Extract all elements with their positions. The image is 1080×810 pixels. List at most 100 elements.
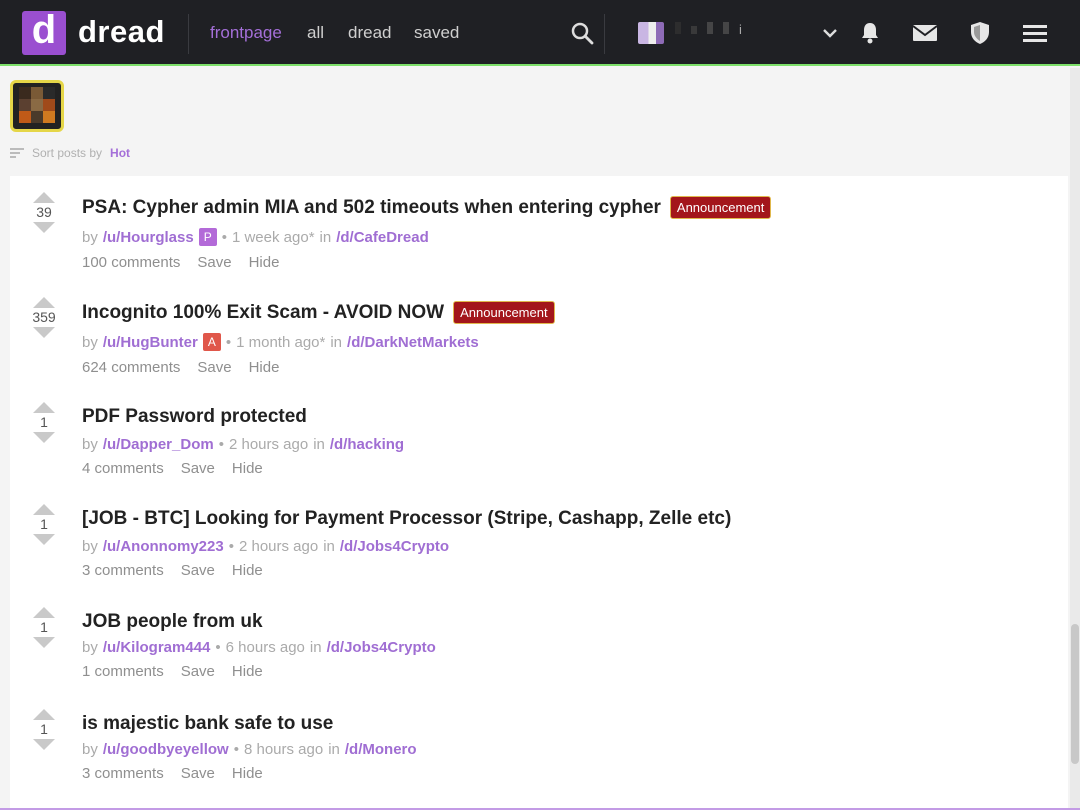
comments-link[interactable]: 624 comments (82, 359, 180, 376)
user-badge: P (198, 228, 217, 246)
comments-link[interactable]: 3 comments (82, 562, 164, 579)
post-community-link[interactable]: /d/Jobs4Crypto (327, 639, 436, 656)
nav-all[interactable]: all (307, 23, 324, 43)
post-title[interactable]: PSA: Cypher admin MIA and 502 timeouts w… (82, 197, 661, 219)
dread-logo[interactable]: d (22, 10, 66, 55)
page-scrollbar[interactable] (1070, 68, 1080, 810)
post-title[interactable]: Incognito 100% Exit Scam - AVOID NOW (82, 302, 444, 324)
vote-control: 359 (30, 297, 58, 338)
meta-dot: • (233, 741, 239, 758)
username-display[interactable]: i (675, 22, 765, 44)
save-button[interactable]: Save (181, 765, 215, 782)
post-community-link[interactable]: /d/Jobs4Crypto (340, 538, 449, 555)
post-time: 2 hours ago (238, 538, 319, 555)
post-item: 359 Incognito 100% Exit Scam - AVOID NOW… (10, 283, 1068, 383)
meta-by: by (82, 639, 98, 656)
post-community-link[interactable]: /d/DarkNetMarkets (347, 334, 479, 351)
comments-link[interactable]: 3 comments (82, 765, 164, 782)
post-title[interactable]: [JOB - BTC] Looking for Payment Processo… (82, 508, 731, 530)
upvote-arrow-icon[interactable] (33, 192, 55, 203)
meta-by: by (82, 333, 98, 351)
hide-button[interactable]: Hide (249, 359, 280, 376)
post-meta: by /u/Kilogram444 • 6 hours ago in /d/Jo… (82, 639, 436, 656)
save-button[interactable]: Save (197, 254, 231, 271)
meta-dot: • (215, 639, 221, 656)
post-meta: by /u/HugBunter A • 1 month ago* in /d/D… (82, 333, 479, 351)
nav-frontpage[interactable]: frontpage (210, 23, 282, 43)
top-navigation-bar: d dread frontpage all dread saved i (0, 0, 1080, 66)
post-title-row: [JOB - BTC] Looking for Payment Processo… (82, 508, 731, 530)
post-score: 1 (40, 721, 48, 737)
meta-dot: • (218, 436, 224, 453)
comments-link[interactable]: 100 comments (82, 254, 180, 271)
post-actions: 3 comments Save Hide (82, 562, 263, 579)
post-author-link[interactable]: /u/HugBunter (103, 334, 198, 351)
post-author-link[interactable]: /u/Hourglass (103, 229, 194, 246)
downvote-arrow-icon[interactable] (33, 327, 55, 338)
post-title-row: PDF Password protected (82, 406, 307, 428)
hide-button[interactable]: Hide (249, 254, 280, 271)
post-community-link[interactable]: /d/CafeDread (336, 229, 429, 246)
vote-control: 1 (30, 709, 58, 750)
vote-control: 1 (30, 504, 58, 545)
shield-icon[interactable] (967, 20, 993, 46)
nav-dread[interactable]: dread (348, 23, 391, 43)
save-button[interactable]: Save (197, 359, 231, 376)
downvote-arrow-icon[interactable] (33, 432, 55, 443)
hide-button[interactable]: Hide (232, 765, 263, 782)
post-author-link[interactable]: /u/Kilogram444 (103, 639, 211, 656)
hide-button[interactable]: Hide (232, 562, 263, 579)
nav-saved[interactable]: saved (414, 23, 459, 43)
upvote-arrow-icon[interactable] (33, 297, 55, 308)
post-author-link[interactable]: /u/goodbyeyellow (103, 741, 229, 758)
hide-button[interactable]: Hide (232, 663, 263, 680)
post-community-link[interactable]: /d/hacking (330, 436, 404, 453)
meta-dot: • (225, 333, 232, 351)
post-item: 39 PSA: Cypher admin MIA and 502 timeout… (10, 178, 1068, 278)
search-icon[interactable] (569, 20, 595, 46)
comments-link[interactable]: 1 comments (82, 663, 164, 680)
comments-link[interactable]: 4 comments (82, 460, 164, 477)
post-title-row: is majestic bank safe to use (82, 713, 333, 735)
upvote-arrow-icon[interactable] (33, 402, 55, 413)
downvote-arrow-icon[interactable] (33, 739, 55, 750)
scrollbar-thumb[interactable] (1071, 624, 1079, 764)
menu-icon[interactable] (1022, 20, 1048, 46)
post-author-link[interactable]: /u/Dapper_Dom (103, 436, 214, 453)
upvote-arrow-icon[interactable] (33, 607, 55, 618)
save-button[interactable]: Save (181, 460, 215, 477)
user-avatar[interactable] (638, 22, 664, 44)
post-score: 39 (36, 204, 52, 220)
save-button[interactable]: Save (181, 562, 215, 579)
post-meta: by /u/Dapper_Dom • 2 hours ago in /d/hac… (82, 436, 404, 453)
header-divider (604, 14, 605, 54)
vote-control: 39 (30, 192, 58, 233)
upvote-arrow-icon[interactable] (33, 504, 55, 515)
post-community-link[interactable]: /d/Monero (345, 741, 417, 758)
community-avatar[interactable] (10, 80, 64, 132)
user-badge: A (202, 333, 221, 351)
chevron-down-icon[interactable] (817, 20, 843, 46)
downvote-arrow-icon[interactable] (33, 222, 55, 233)
sort-posts-control[interactable]: Sort posts by Hot (10, 146, 130, 160)
post-score: 1 (40, 619, 48, 635)
post-item: 1 PDF Password protected by /u/Dapper_Do… (10, 388, 1068, 488)
downvote-arrow-icon[interactable] (33, 637, 55, 648)
post-author-link[interactable]: /u/Anonnomy223 (103, 538, 224, 555)
meta-by: by (82, 741, 98, 758)
vote-control: 1 (30, 607, 58, 648)
sort-value[interactable]: Hot (110, 146, 130, 160)
meta-in: in (328, 741, 340, 758)
brand-name[interactable]: dread (78, 14, 165, 50)
post-title[interactable]: PDF Password protected (82, 406, 307, 428)
post-title[interactable]: is majestic bank safe to use (82, 713, 333, 735)
bell-icon[interactable] (857, 20, 883, 46)
upvote-arrow-icon[interactable] (33, 709, 55, 720)
post-actions: 4 comments Save Hide (82, 460, 263, 477)
save-button[interactable]: Save (181, 663, 215, 680)
hide-button[interactable]: Hide (232, 460, 263, 477)
post-title[interactable]: JOB people from uk (82, 611, 263, 633)
downvote-arrow-icon[interactable] (33, 534, 55, 545)
post-title-row: Incognito 100% Exit Scam - AVOID NOW Ann… (82, 301, 555, 324)
mail-icon[interactable] (912, 20, 938, 46)
